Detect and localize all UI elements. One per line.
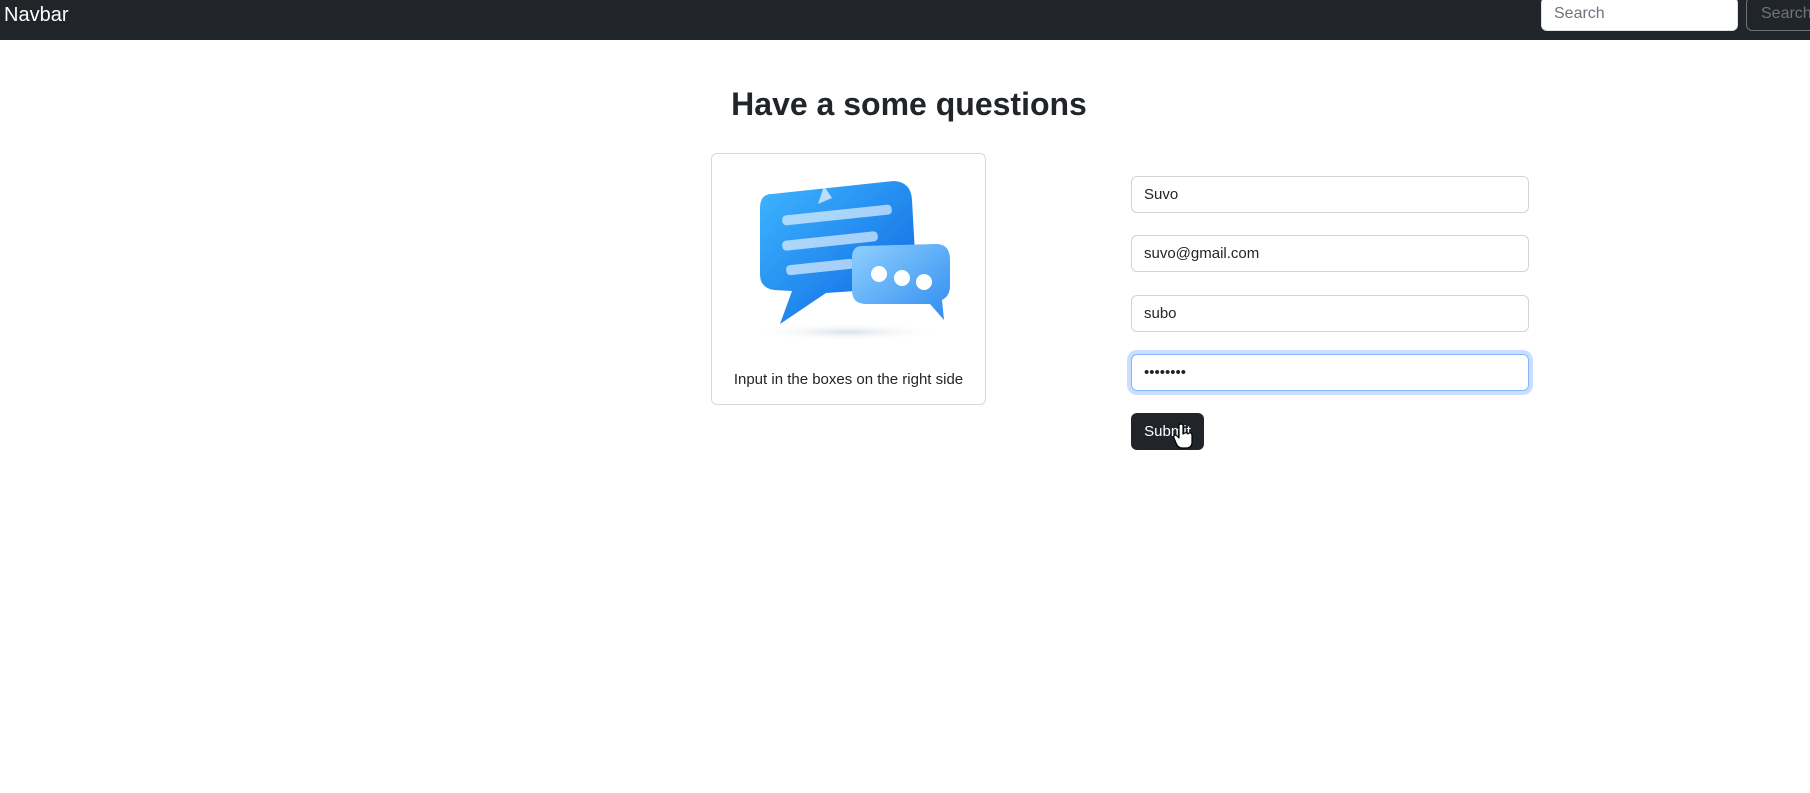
password-input[interactable]	[1131, 354, 1529, 391]
navbar-brand[interactable]: Navbar	[4, 4, 68, 26]
submit-button[interactable]: Submit	[1131, 413, 1204, 450]
info-card: Input in the boxes on the right side	[711, 153, 986, 405]
username-input[interactable]	[1131, 295, 1529, 332]
hand-cursor-icon	[1173, 423, 1193, 449]
name-input[interactable]	[1131, 176, 1529, 213]
page-title: Have a some questions	[731, 86, 1087, 122]
navbar: Navbar Search	[0, 0, 1810, 40]
navbar-search-input[interactable]	[1541, 0, 1738, 31]
email-input[interactable]	[1131, 235, 1529, 272]
chat-bubbles-icon	[753, 181, 950, 341]
navbar-search-button[interactable]: Search	[1746, 0, 1810, 31]
card-caption: Input in the boxes on the right side	[733, 371, 964, 388]
